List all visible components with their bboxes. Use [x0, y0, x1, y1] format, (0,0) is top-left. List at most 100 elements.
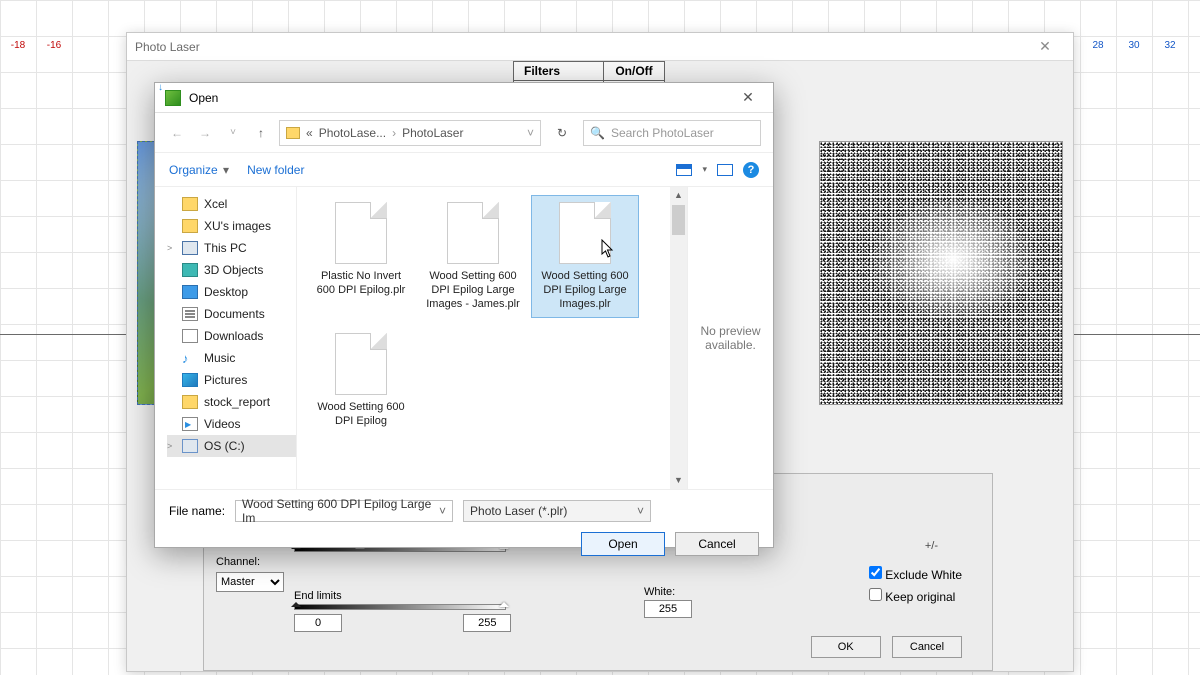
- doc-icon: [182, 307, 198, 321]
- filename-value: Wood Setting 600 DPI Epilog Large Im: [242, 497, 439, 525]
- open-button[interactable]: Open: [581, 532, 665, 556]
- filename-combo[interactable]: Wood Setting 600 DPI Epilog Large Im ˅: [235, 500, 453, 522]
- scroll-up-icon[interactable]: ▲: [670, 187, 687, 204]
- tree-item[interactable]: 3D Objects: [167, 259, 296, 281]
- close-icon[interactable]: ✕: [733, 89, 763, 106]
- view-controls: ▾ ?: [676, 162, 759, 178]
- endlimits-slider[interactable]: [294, 604, 506, 610]
- white-input[interactable]: [644, 600, 692, 618]
- file-name: Wood Setting 600 DPI Epilog Large Images…: [536, 270, 634, 311]
- exclude-white-option[interactable]: Exclude White: [869, 566, 962, 582]
- window-title: Photo Laser: [135, 40, 1025, 54]
- titlebar[interactable]: Photo Laser ✕: [127, 33, 1073, 61]
- view-mode-icon[interactable]: [676, 164, 692, 176]
- chevron-right-icon: ›: [392, 126, 396, 140]
- preview-pane-icon[interactable]: [717, 164, 733, 176]
- desk-icon: [182, 285, 198, 299]
- tree-item[interactable]: >OS (C:): [167, 435, 296, 457]
- chevron-down-icon[interactable]: ˅: [439, 504, 446, 518]
- keep-original-checkbox[interactable]: [869, 588, 882, 601]
- nav-tree[interactable]: XcelXU's images>This PC3D ObjectsDesktop…: [155, 187, 297, 489]
- endlimits-hi-input[interactable]: [463, 614, 511, 632]
- tree-item[interactable]: Desktop: [167, 281, 296, 303]
- file-item[interactable]: Wood Setting 600 DPI Epilog Large Images…: [531, 195, 639, 318]
- endlimits-lo-input[interactable]: [294, 614, 342, 632]
- file-item[interactable]: Wood Setting 600 DPI Epilog: [307, 326, 415, 436]
- cancel-button[interactable]: Cancel: [675, 532, 759, 556]
- endlimits-hi-handle[interactable]: [499, 597, 509, 607]
- address-bar[interactable]: « PhotoLase... › PhotoLaser ˅: [279, 120, 541, 146]
- help-icon[interactable]: ?: [743, 162, 759, 178]
- music-icon: [182, 351, 198, 365]
- tree-item[interactable]: Documents: [167, 303, 296, 325]
- endlimits-group: End limits: [294, 590, 511, 632]
- filetype-combo[interactable]: Photo Laser (*.plr) ˅: [463, 500, 651, 522]
- open-dialog: Open ✕ ← → ˅ ↑ « PhotoLase... › PhotoLas…: [154, 82, 774, 548]
- tree-item[interactable]: XU's images: [167, 215, 296, 237]
- tree-item[interactable]: Videos: [167, 413, 296, 435]
- filters-header: Filters: [514, 62, 604, 80]
- exclude-white-checkbox[interactable]: [869, 566, 882, 579]
- toolbar: Organize ▾ New folder ▾ ?: [155, 153, 773, 187]
- chevron-down-icon[interactable]: ▾: [702, 164, 707, 175]
- white-label: White:: [644, 586, 692, 598]
- chevron-down-icon[interactable]: ˅: [527, 126, 534, 140]
- scrollbar[interactable]: ▲ ▼: [670, 187, 687, 489]
- recent-dropdown-icon[interactable]: ˅: [223, 123, 243, 143]
- tree-item[interactable]: stock_report: [167, 391, 296, 413]
- tree-item[interactable]: >This PC: [167, 237, 296, 259]
- file-item[interactable]: Wood Setting 600 DPI Epilog Large Images…: [419, 195, 527, 318]
- options-group: Exclude White Keep original: [869, 560, 962, 610]
- organize-menu[interactable]: Organize ▾: [169, 163, 229, 177]
- breadcrumb-prefix: «: [306, 126, 313, 140]
- scroll-down-icon[interactable]: ▼: [670, 472, 687, 489]
- search-placeholder: Search PhotoLaser: [611, 126, 714, 140]
- folder-icon: [182, 395, 198, 409]
- ok-button[interactable]: OK: [811, 636, 881, 658]
- file-name: Wood Setting 600 DPI Epilog: [312, 401, 410, 429]
- filetype-value: Photo Laser (*.plr): [470, 504, 567, 518]
- pic-icon: [182, 373, 198, 387]
- vid-icon: [182, 417, 198, 431]
- preview-pane: No preview available.: [687, 187, 773, 489]
- chevron-down-icon[interactable]: ˅: [637, 504, 644, 518]
- drive-icon: [182, 439, 198, 453]
- new-folder-button[interactable]: New folder: [247, 163, 304, 177]
- onoff-header: On/Off: [604, 62, 664, 80]
- file-icon: [559, 202, 611, 264]
- endlimits-lo-handle[interactable]: [291, 597, 301, 607]
- file-icon: [447, 202, 499, 264]
- tree-item[interactable]: Xcel: [167, 193, 296, 215]
- filename-label: File name:: [169, 504, 225, 518]
- dialog-titlebar[interactable]: Open ✕: [155, 83, 773, 113]
- keep-original-option[interactable]: Keep original: [869, 588, 962, 604]
- file-name: Plastic No Invert 600 DPI Epilog.plr: [312, 270, 410, 298]
- pc-icon: [182, 241, 198, 255]
- tree-item[interactable]: Music: [167, 347, 296, 369]
- breadcrumb-1[interactable]: PhotoLase...: [319, 126, 386, 140]
- search-input[interactable]: 🔍 Search PhotoLaser: [583, 120, 761, 146]
- tree-item[interactable]: Downloads: [167, 325, 296, 347]
- up-icon[interactable]: ↑: [251, 123, 271, 143]
- folder-icon: [182, 219, 198, 233]
- result-image[interactable]: [819, 141, 1063, 405]
- cancel-button[interactable]: Cancel: [892, 636, 962, 658]
- file-name: Wood Setting 600 DPI Epilog Large Images…: [424, 270, 522, 311]
- dl-icon: [182, 329, 198, 343]
- file-pane[interactable]: ▲ ▼ Plastic No Invert 600 DPI Epilog.plr…: [297, 187, 687, 489]
- endlimits-label: End limits: [294, 590, 511, 602]
- scroll-thumb[interactable]: [672, 205, 685, 235]
- file-icon: [335, 202, 387, 264]
- folder-icon: [286, 127, 300, 139]
- file-item[interactable]: Plastic No Invert 600 DPI Epilog.plr: [307, 195, 415, 318]
- close-icon[interactable]: ✕: [1025, 38, 1065, 55]
- refresh-icon[interactable]: ↻: [549, 126, 575, 140]
- channel-select[interactable]: Master: [216, 572, 284, 592]
- tree-item[interactable]: Pictures: [167, 369, 296, 391]
- dialog-footer: File name: Wood Setting 600 DPI Epilog L…: [155, 489, 773, 566]
- 3d-icon: [182, 263, 198, 277]
- back-icon[interactable]: ←: [167, 123, 187, 143]
- file-icon: [335, 333, 387, 395]
- breadcrumb-2[interactable]: PhotoLaser: [402, 126, 463, 140]
- forward-icon: →: [195, 123, 215, 143]
